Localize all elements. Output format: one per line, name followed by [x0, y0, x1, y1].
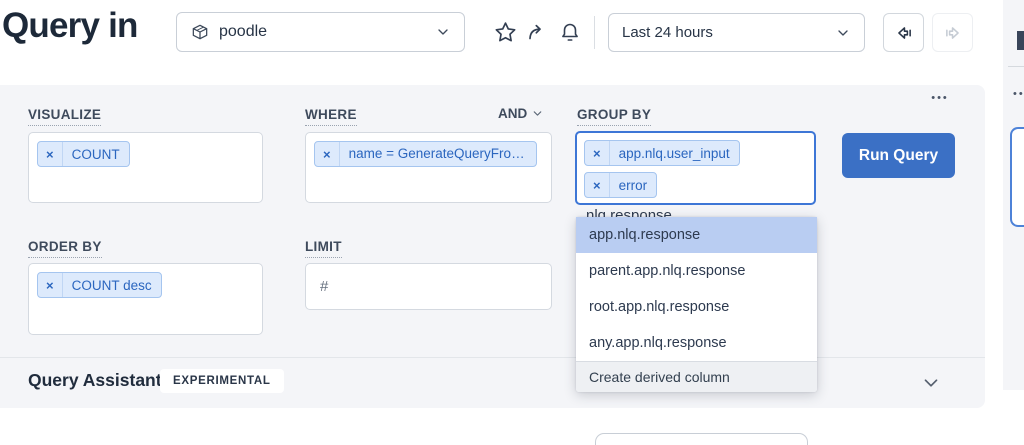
arrow-forward-icon [942, 22, 964, 44]
star-icon [493, 20, 518, 45]
where-label: WHERE [305, 107, 357, 122]
arrow-back-icon [893, 22, 915, 44]
where-input[interactable]: × name = GenerateQueryFromPro… [305, 132, 552, 203]
dataset-icon [190, 22, 210, 42]
notifications-button[interactable] [554, 16, 586, 48]
remove-chip-icon[interactable]: × [315, 142, 340, 166]
order-by-label: ORDER BY [28, 239, 102, 254]
group-by-chip[interactable]: × app.nlq.user_input [584, 140, 740, 166]
query-assistant-title: Query Assistant [28, 370, 162, 391]
bell-icon [558, 20, 582, 44]
where-operator-toggle[interactable]: AND [498, 106, 544, 121]
where-operator-value: AND [498, 106, 527, 121]
panel-divider [0, 357, 985, 358]
favorite-button[interactable] [489, 16, 521, 48]
remove-chip-icon[interactable]: × [585, 173, 610, 197]
partial-bottom-element [595, 433, 808, 445]
group-by-chip[interactable]: × error [584, 172, 657, 198]
toolbar-divider [594, 16, 595, 49]
adjacent-panel-focused-box-edge [1010, 127, 1024, 227]
dataset-name: poodle [219, 23, 267, 41]
query-builder-screen: Query in poodle [0, 0, 1024, 441]
autocomplete-option[interactable]: parent.app.nlq.response [576, 253, 817, 289]
where-chip[interactable]: × name = GenerateQueryFromPro… [314, 141, 537, 167]
remove-chip-icon[interactable]: × [585, 141, 610, 165]
group-by-label: GROUP BY [577, 107, 651, 122]
experimental-badge: EXPERIMENTAL [160, 369, 284, 393]
chevron-down-icon [835, 25, 851, 41]
time-range-value: Last 24 hours [622, 24, 713, 41]
adjacent-panel-partial-text [1017, 31, 1024, 50]
history-back-button[interactable] [883, 13, 924, 52]
chevron-down-icon [531, 107, 544, 120]
visualize-label: VISUALIZE [28, 107, 101, 122]
dataset-selector[interactable]: poodle [176, 12, 465, 52]
column-autocomplete-dropdown: app.nlq.response parent.app.nlq.response… [576, 217, 817, 392]
chevron-down-icon [920, 372, 950, 394]
autocomplete-option-highlighted[interactable]: app.nlq.response [576, 217, 817, 253]
limit-input-box [305, 263, 552, 310]
query-assistant-expand-button[interactable] [920, 371, 950, 395]
limit-input[interactable] [318, 277, 539, 296]
remove-chip-icon[interactable]: × [38, 273, 63, 297]
adjacent-panel-edge: •• [1003, 0, 1024, 390]
time-range-selector[interactable]: Last 24 hours [608, 13, 865, 52]
autocomplete-option[interactable]: root.app.nlq.response [576, 289, 817, 325]
remove-chip-icon[interactable]: × [38, 142, 63, 166]
group-by-input[interactable]: × app.nlq.user_input × error nlq.respons… [575, 131, 816, 205]
history-forward-button[interactable] [932, 13, 973, 52]
adjacent-panel-menu-partial: •• [1013, 88, 1024, 100]
run-query-button[interactable]: Run Query [842, 133, 955, 178]
visualize-chip[interactable]: × COUNT [37, 141, 130, 167]
adjacent-panel-divider [1008, 66, 1024, 67]
order-by-chip[interactable]: × COUNT desc [37, 272, 162, 298]
panel-overflow-menu-button[interactable]: ••• [922, 88, 958, 108]
order-by-input[interactable]: × COUNT desc [28, 263, 263, 335]
share-button[interactable] [521, 16, 553, 48]
create-derived-column-action[interactable]: Create derived column [576, 361, 817, 392]
limit-label: LIMIT [305, 239, 342, 254]
page-title: Query in [2, 6, 138, 46]
visualize-input[interactable]: × COUNT [28, 132, 263, 203]
chevron-down-icon [435, 24, 451, 40]
share-icon [525, 20, 549, 44]
autocomplete-option[interactable]: any.app.nlq.response [576, 325, 817, 361]
